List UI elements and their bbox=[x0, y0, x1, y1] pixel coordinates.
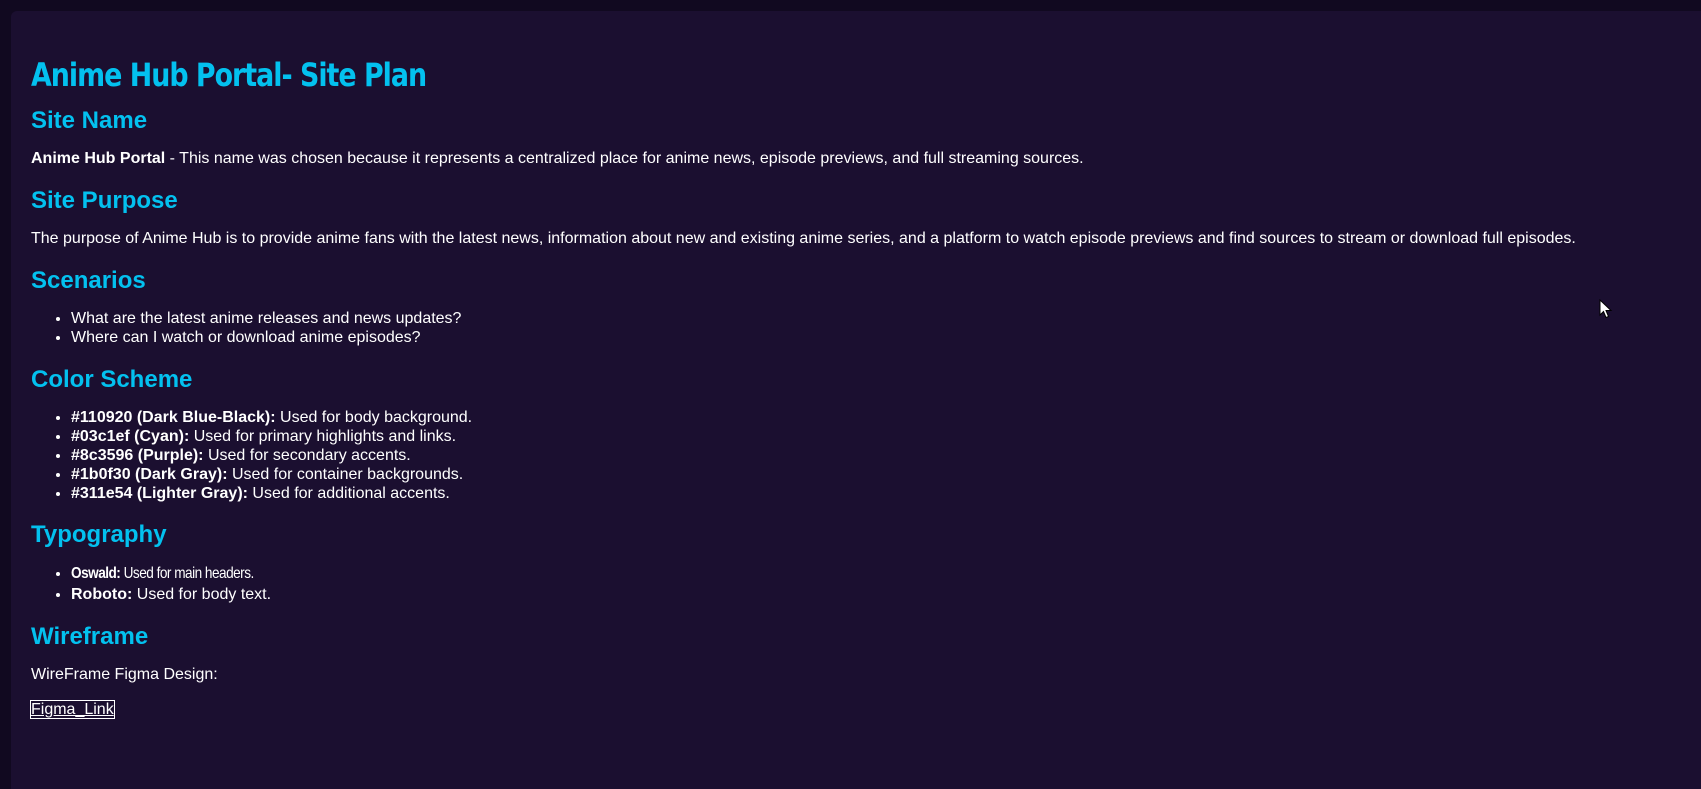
color-scheme-list: #110920 (Dark Blue-Black): Used for body… bbox=[31, 408, 1701, 503]
wireframe-paragraph: WireFrame Figma Design: bbox=[31, 666, 218, 683]
content-container: Anime Hub Portal- Site Plan Site Name An… bbox=[11, 11, 1701, 789]
color-label: #03c1ef (Cyan): bbox=[71, 428, 190, 445]
color-description: Used for primary highlights and links. bbox=[189, 428, 457, 445]
typography-description: Used for body text. bbox=[132, 586, 272, 603]
scenarios-list: What are the latest anime releases and n… bbox=[31, 309, 1701, 347]
list-item: #1b0f30 (Dark Gray): Used for container … bbox=[71, 465, 1701, 484]
site-purpose-paragraph: The purpose of Anime Hub is to provide a… bbox=[31, 230, 1576, 247]
color-description: Used for secondary accents. bbox=[203, 447, 411, 464]
typography-label: Roboto: bbox=[71, 586, 133, 603]
oswald-sample: Oswald: Used for main headers. bbox=[71, 563, 254, 584]
color-description: Used for container backgrounds. bbox=[227, 466, 464, 483]
site-name-description: - This name was chosen because it repres… bbox=[165, 150, 1084, 167]
typography-list: Oswald: Used for main headers. Roboto: U… bbox=[31, 563, 1701, 605]
figma-link-paragraph: Figma_Link bbox=[30, 700, 1701, 720]
list-item: What are the latest anime releases and n… bbox=[71, 309, 1701, 328]
list-item: #03c1ef (Cyan): Used for primary highlig… bbox=[71, 427, 1701, 446]
wireframe-heading: Wireframe bbox=[31, 623, 149, 650]
typography-description: Used for main headers. bbox=[120, 565, 255, 582]
color-scheme-heading: Color Scheme bbox=[31, 366, 193, 393]
figma-link[interactable]: Figma_Link bbox=[30, 700, 115, 719]
color-label: #311e54 (Lighter Gray): bbox=[71, 485, 248, 502]
typography-label: Oswald: bbox=[71, 565, 121, 582]
list-item: Where can I watch or download anime epis… bbox=[71, 328, 1701, 347]
list-item: Roboto: Used for body text. bbox=[71, 584, 1701, 605]
color-description: Used for body background. bbox=[275, 409, 473, 426]
site-name-bold: Anime Hub Portal bbox=[31, 150, 166, 167]
list-item: #311e54 (Lighter Gray): Used for additio… bbox=[71, 484, 1701, 503]
list-item: #110920 (Dark Blue-Black): Used for body… bbox=[71, 408, 1701, 427]
site-name-heading: Site Name bbox=[31, 107, 148, 134]
color-label: #8c3596 (Purple): bbox=[71, 447, 204, 464]
scenarios-heading: Scenarios bbox=[31, 267, 146, 294]
color-label: #110920 (Dark Blue-Black): bbox=[71, 409, 276, 426]
page-title: Anime Hub Portal- Site Plan bbox=[31, 56, 427, 94]
color-description: Used for additional accents. bbox=[247, 485, 450, 502]
site-name-paragraph: Anime Hub Portal - This name was chosen … bbox=[31, 149, 1701, 169]
typography-heading: Typography bbox=[31, 521, 167, 548]
list-item: #8c3596 (Purple): Used for secondary acc… bbox=[71, 446, 1701, 465]
color-label: #1b0f30 (Dark Gray): bbox=[71, 466, 228, 483]
list-item: Oswald: Used for main headers. bbox=[71, 563, 1701, 584]
mouse-pointer-icon bbox=[1599, 299, 1613, 319]
site-purpose-heading: Site Purpose bbox=[31, 187, 178, 214]
